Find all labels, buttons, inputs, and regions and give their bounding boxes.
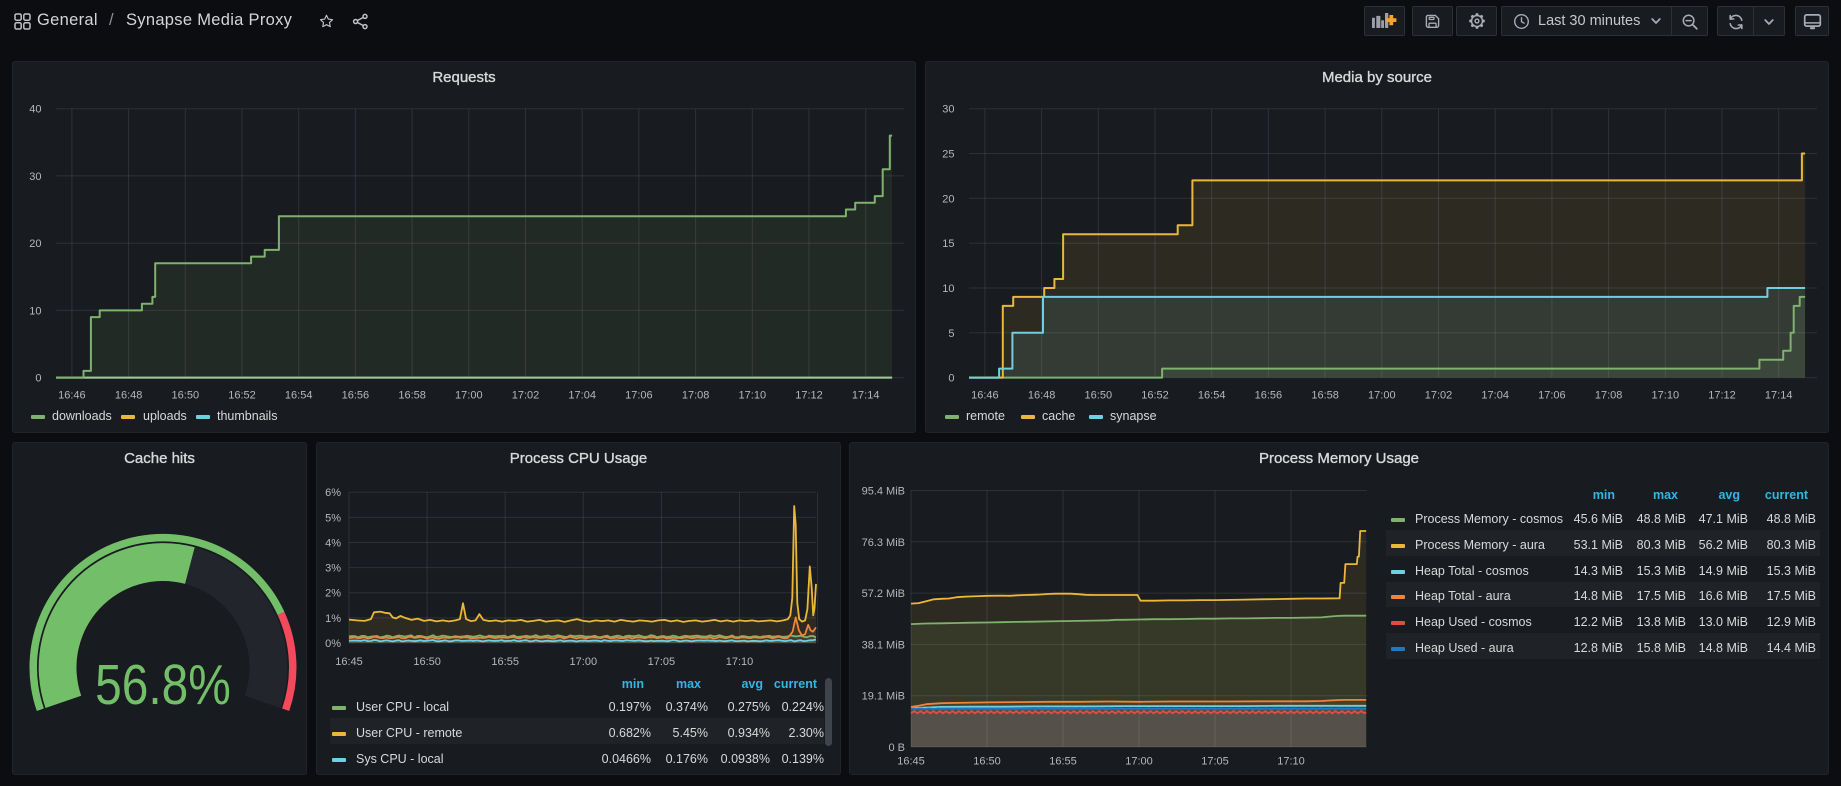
svg-text:95.4 MiB: 95.4 MiB (862, 486, 905, 498)
svg-text:16:58: 16:58 (398, 390, 426, 402)
svg-text:16:46: 16:46 (971, 390, 999, 402)
svg-text:17:08: 17:08 (682, 390, 710, 402)
svg-text:16:54: 16:54 (1198, 390, 1226, 402)
svg-text:16:56: 16:56 (1255, 390, 1283, 402)
svg-text:15: 15 (942, 238, 954, 250)
svg-text:17:10: 17:10 (739, 390, 767, 402)
svg-text:16:50: 16:50 (973, 756, 1001, 768)
svg-text:10: 10 (942, 283, 954, 295)
svg-text:16:46: 16:46 (58, 390, 86, 402)
svg-text:16:52: 16:52 (228, 390, 256, 402)
svg-text:16:58: 16:58 (1311, 390, 1339, 402)
svg-text:17:00: 17:00 (1125, 756, 1153, 768)
svg-text:16:45: 16:45 (897, 756, 925, 768)
svg-text:5: 5 (948, 328, 954, 340)
svg-text:20: 20 (942, 193, 954, 205)
svg-text:16:52: 16:52 (1141, 390, 1169, 402)
svg-text:16:48: 16:48 (115, 390, 143, 402)
svg-text:25: 25 (942, 149, 954, 161)
svg-text:40: 40 (29, 104, 41, 116)
svg-text:17:02: 17:02 (512, 390, 540, 402)
svg-text:17:05: 17:05 (1201, 756, 1229, 768)
svg-text:17:10: 17:10 (1277, 756, 1305, 768)
svg-text:17:10: 17:10 (1652, 390, 1680, 402)
svg-text:17:12: 17:12 (795, 390, 823, 402)
svg-text:56.8%: 56.8% (95, 653, 231, 717)
svg-text:17:14: 17:14 (1765, 390, 1793, 402)
svg-text:17:00: 17:00 (1368, 390, 1396, 402)
svg-text:17:04: 17:04 (1481, 390, 1509, 402)
svg-text:16:55: 16:55 (1049, 756, 1077, 768)
svg-text:30: 30 (942, 104, 954, 116)
svg-text:76.3 MiB: 76.3 MiB (862, 537, 905, 549)
svg-text:16:56: 16:56 (342, 390, 370, 402)
svg-text:16:50: 16:50 (172, 390, 200, 402)
svg-text:17:08: 17:08 (1595, 390, 1623, 402)
svg-text:17:12: 17:12 (1708, 390, 1736, 402)
svg-text:30: 30 (29, 171, 41, 183)
svg-text:19.1 MiB: 19.1 MiB (862, 691, 905, 703)
svg-text:0: 0 (35, 373, 41, 385)
svg-text:17:14: 17:14 (852, 390, 880, 402)
svg-text:17:02: 17:02 (1425, 390, 1453, 402)
svg-text:17:00: 17:00 (455, 390, 483, 402)
svg-text:57.2 MiB: 57.2 MiB (862, 588, 905, 600)
svg-text:17:04: 17:04 (568, 390, 596, 402)
svg-text:10: 10 (29, 305, 41, 317)
svg-text:20: 20 (29, 238, 41, 250)
svg-text:16:54: 16:54 (285, 390, 313, 402)
svg-text:0 B: 0 B (888, 742, 905, 754)
svg-text:17:06: 17:06 (1538, 390, 1566, 402)
svg-text:0: 0 (948, 373, 954, 385)
svg-text:16:50: 16:50 (1085, 390, 1113, 402)
svg-text:16:48: 16:48 (1028, 390, 1056, 402)
svg-text:17:06: 17:06 (625, 390, 653, 402)
svg-text:38.1 MiB: 38.1 MiB (862, 639, 905, 651)
